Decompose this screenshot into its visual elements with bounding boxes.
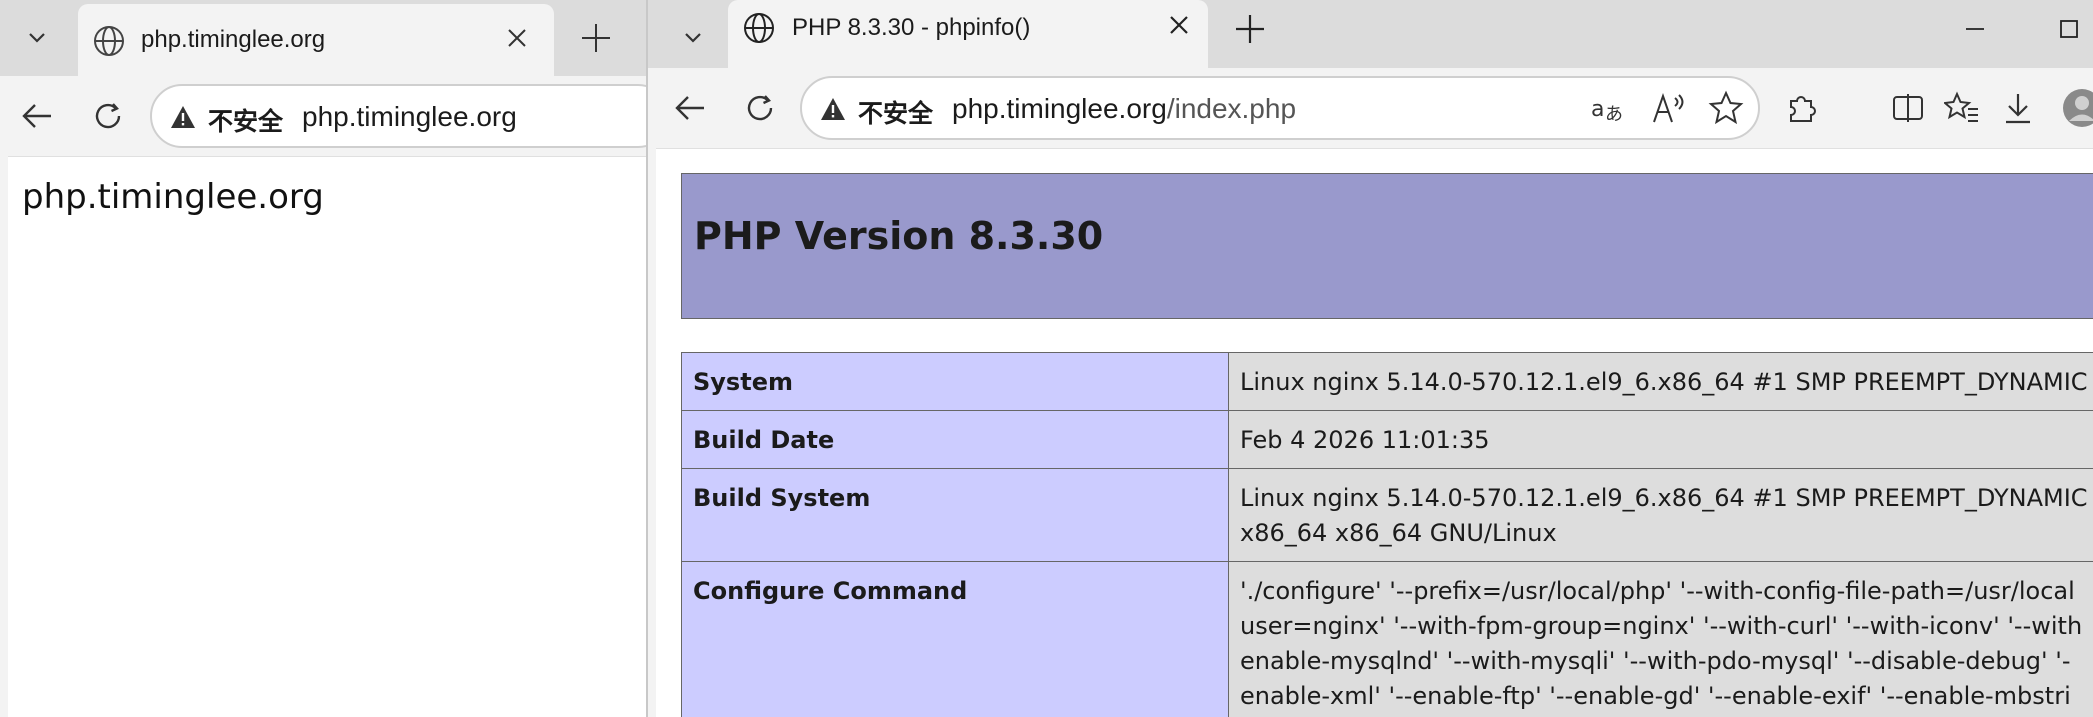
value-line: Linux nginx 5.14.0-570.12.1.el9_6.x86_64… bbox=[1239, 484, 2093, 512]
url-text: php.timinglee.org bbox=[302, 101, 517, 132]
tab-title: PHP 8.3.30 - phpinfo() bbox=[792, 14, 1031, 41]
plus-icon bbox=[1236, 15, 1264, 43]
profile-icon bbox=[2063, 89, 2093, 127]
toolbar: 不安全 php.timinglee.org bbox=[0, 76, 646, 156]
translate-icon: aあ bbox=[1591, 97, 1623, 125]
tab-list-button[interactable] bbox=[12, 12, 62, 62]
profile-button[interactable] bbox=[2058, 84, 2093, 132]
close-icon bbox=[508, 29, 526, 47]
row-key: Build System bbox=[681, 468, 1229, 562]
left-browser-window: php.timinglee.org 不安全 php.timinglee.org … bbox=[0, 0, 646, 717]
extensions-icon bbox=[1790, 96, 1816, 122]
globe-icon bbox=[94, 26, 124, 56]
star-icon bbox=[1708, 90, 1744, 125]
table-row: Build Date Feb 4 2026 11:01:35 bbox=[681, 410, 2093, 469]
favorite-star-button[interactable] bbox=[1708, 90, 1744, 131]
not-secure-label: 不安全 bbox=[858, 100, 934, 128]
not-secure-label: 不安全 bbox=[208, 108, 284, 136]
translate-button[interactable]: aあ bbox=[1590, 92, 1626, 131]
svg-text:a: a bbox=[1591, 97, 1604, 122]
maximize-icon bbox=[2060, 20, 2078, 38]
value-line: Linux nginx 5.14.0-570.12.1.el9_6.x86_64… bbox=[1239, 368, 2093, 396]
read-aloud-icon bbox=[1653, 92, 1684, 123]
svg-text:あ: あ bbox=[1605, 104, 1623, 125]
value-line: Feb 4 2026 11:01:35 bbox=[1239, 426, 1490, 454]
phpinfo-header: PHP Version 8.3.30 bbox=[681, 173, 2093, 319]
phpinfo-table: System Linux nginx 5.14.0-570.12.1.el9_6… bbox=[681, 352, 2093, 717]
split-screen-button[interactable] bbox=[1884, 84, 1932, 132]
page-body-text: php.timinglee.org bbox=[22, 177, 324, 217]
value-line: enable-xml' '--enable-ftp' '--enable-gd'… bbox=[1239, 682, 2071, 710]
value-line: user=nginx' '--with-fpm-group=nginx' '--… bbox=[1239, 612, 2083, 640]
globe-icon bbox=[744, 13, 774, 43]
table-row: Configure Command './configure' '--prefi… bbox=[681, 561, 2093, 717]
tab-title: php.timinglee.org bbox=[141, 26, 326, 53]
downloads-button[interactable] bbox=[1994, 84, 2042, 132]
tab-phpinfo[interactable]: PHP 8.3.30 - phpinfo() bbox=[728, 0, 1208, 76]
tab-list-icon bbox=[685, 33, 701, 43]
row-key: Configure Command bbox=[681, 561, 1229, 717]
address-bar[interactable]: 不安全 php.timinglee.org/index.php aあ bbox=[800, 76, 1760, 140]
close-tab-button[interactable] bbox=[1164, 13, 1194, 43]
page-viewport: php.timinglee.org bbox=[8, 156, 646, 717]
php-version-heading: PHP Version 8.3.30 bbox=[694, 214, 1104, 258]
tab-strip: PHP 8.3.30 - phpinfo() bbox=[648, 0, 2093, 76]
minimize-button[interactable] bbox=[1952, 6, 1998, 52]
url-host: php.timinglee.org bbox=[952, 93, 1167, 124]
split-screen-icon bbox=[1893, 94, 1923, 122]
close-icon bbox=[1170, 16, 1188, 34]
address-bar[interactable]: 不安全 php.timinglee.org bbox=[150, 84, 646, 148]
tab-strip: php.timinglee.org bbox=[0, 0, 646, 76]
row-key: Build Date bbox=[681, 410, 1229, 469]
url-text: php.timinglee.org/index.php bbox=[952, 93, 1296, 125]
tab-php-timinglee[interactable]: php.timinglee.org bbox=[78, 4, 554, 76]
extensions-button[interactable] bbox=[1778, 84, 1826, 132]
refresh-icon bbox=[747, 95, 773, 121]
row-value: Feb 4 2026 11:01:35 bbox=[1227, 410, 2093, 469]
back-arrow-icon bbox=[22, 104, 51, 128]
read-aloud-button[interactable] bbox=[1652, 92, 1688, 131]
table-row: System Linux nginx 5.14.0-570.12.1.el9_6… bbox=[681, 352, 2093, 411]
minimize-icon bbox=[1966, 28, 1984, 30]
favorites-icon bbox=[1944, 91, 1978, 122]
new-tab-button[interactable] bbox=[572, 14, 620, 62]
toolbar: 不安全 php.timinglee.org/index.php aあ bbox=[648, 68, 2093, 148]
plus-icon bbox=[582, 24, 610, 52]
value-line: './configure' '--prefix=/usr/local/php' … bbox=[1239, 577, 2075, 605]
page-viewport: PHP Version 8.3.30 System Linux nginx 5.… bbox=[656, 148, 2093, 717]
right-browser-window: PHP 8.3.30 - phpinfo() 不安全 php.timinglee… bbox=[646, 0, 2093, 717]
close-tab-button[interactable] bbox=[502, 26, 532, 56]
tab-list-button[interactable] bbox=[668, 12, 718, 62]
table-row: Build System Linux nginx 5.14.0-570.12.1… bbox=[681, 468, 2093, 562]
warning-icon bbox=[171, 106, 195, 128]
row-key: System bbox=[681, 352, 1229, 411]
url-path: /index.php bbox=[1166, 93, 1297, 124]
refresh-button[interactable] bbox=[736, 84, 784, 132]
new-tab-button[interactable] bbox=[1226, 5, 1274, 53]
row-value: Linux nginx 5.14.0-570.12.1.el9_6.x86_64… bbox=[1227, 468, 2093, 562]
back-button[interactable] bbox=[13, 92, 61, 140]
tab-list-icon bbox=[29, 33, 45, 43]
refresh-button[interactable] bbox=[84, 92, 132, 140]
favorites-button[interactable] bbox=[1938, 84, 1986, 132]
back-button[interactable] bbox=[666, 84, 714, 132]
back-arrow-icon bbox=[675, 96, 704, 120]
download-icon bbox=[2006, 94, 2030, 124]
row-value: Linux nginx 5.14.0-570.12.1.el9_6.x86_64… bbox=[1227, 352, 2093, 411]
value-line: x86_64 x86_64 GNU/Linux bbox=[1239, 519, 1557, 547]
warning-icon bbox=[821, 98, 845, 120]
value-line: enable-mysqlnd' '--with-mysqli' '--with-… bbox=[1239, 647, 2071, 675]
row-value: './configure' '--prefix=/usr/local/php' … bbox=[1227, 561, 2093, 717]
refresh-icon bbox=[95, 103, 121, 129]
maximize-button[interactable] bbox=[2046, 6, 2092, 52]
